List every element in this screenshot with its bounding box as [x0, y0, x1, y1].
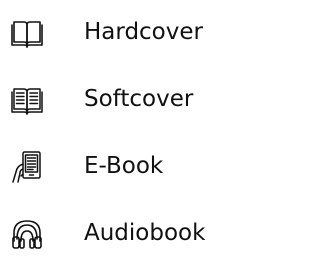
format-label-ebook: E-Book — [84, 153, 164, 179]
format-label-audiobook: Audiobook — [84, 220, 206, 246]
open-book-outline-icon — [10, 16, 44, 50]
format-option-softcover[interactable]: Softcover — [0, 79, 240, 119]
format-option-audiobook[interactable]: Audiobook — [0, 213, 240, 253]
format-label-hardcover: Hardcover — [84, 19, 203, 45]
format-list: Hardcover Softcover E-Book Audiobook — [0, 0, 240, 270]
headphones-icon — [10, 217, 44, 251]
format-option-hardcover[interactable]: Hardcover — [0, 12, 240, 52]
open-book-pages-icon — [10, 83, 44, 117]
format-option-ebook[interactable]: E-Book — [0, 146, 240, 186]
ereader-hand-icon — [10, 150, 44, 184]
format-label-softcover: Softcover — [84, 86, 194, 112]
